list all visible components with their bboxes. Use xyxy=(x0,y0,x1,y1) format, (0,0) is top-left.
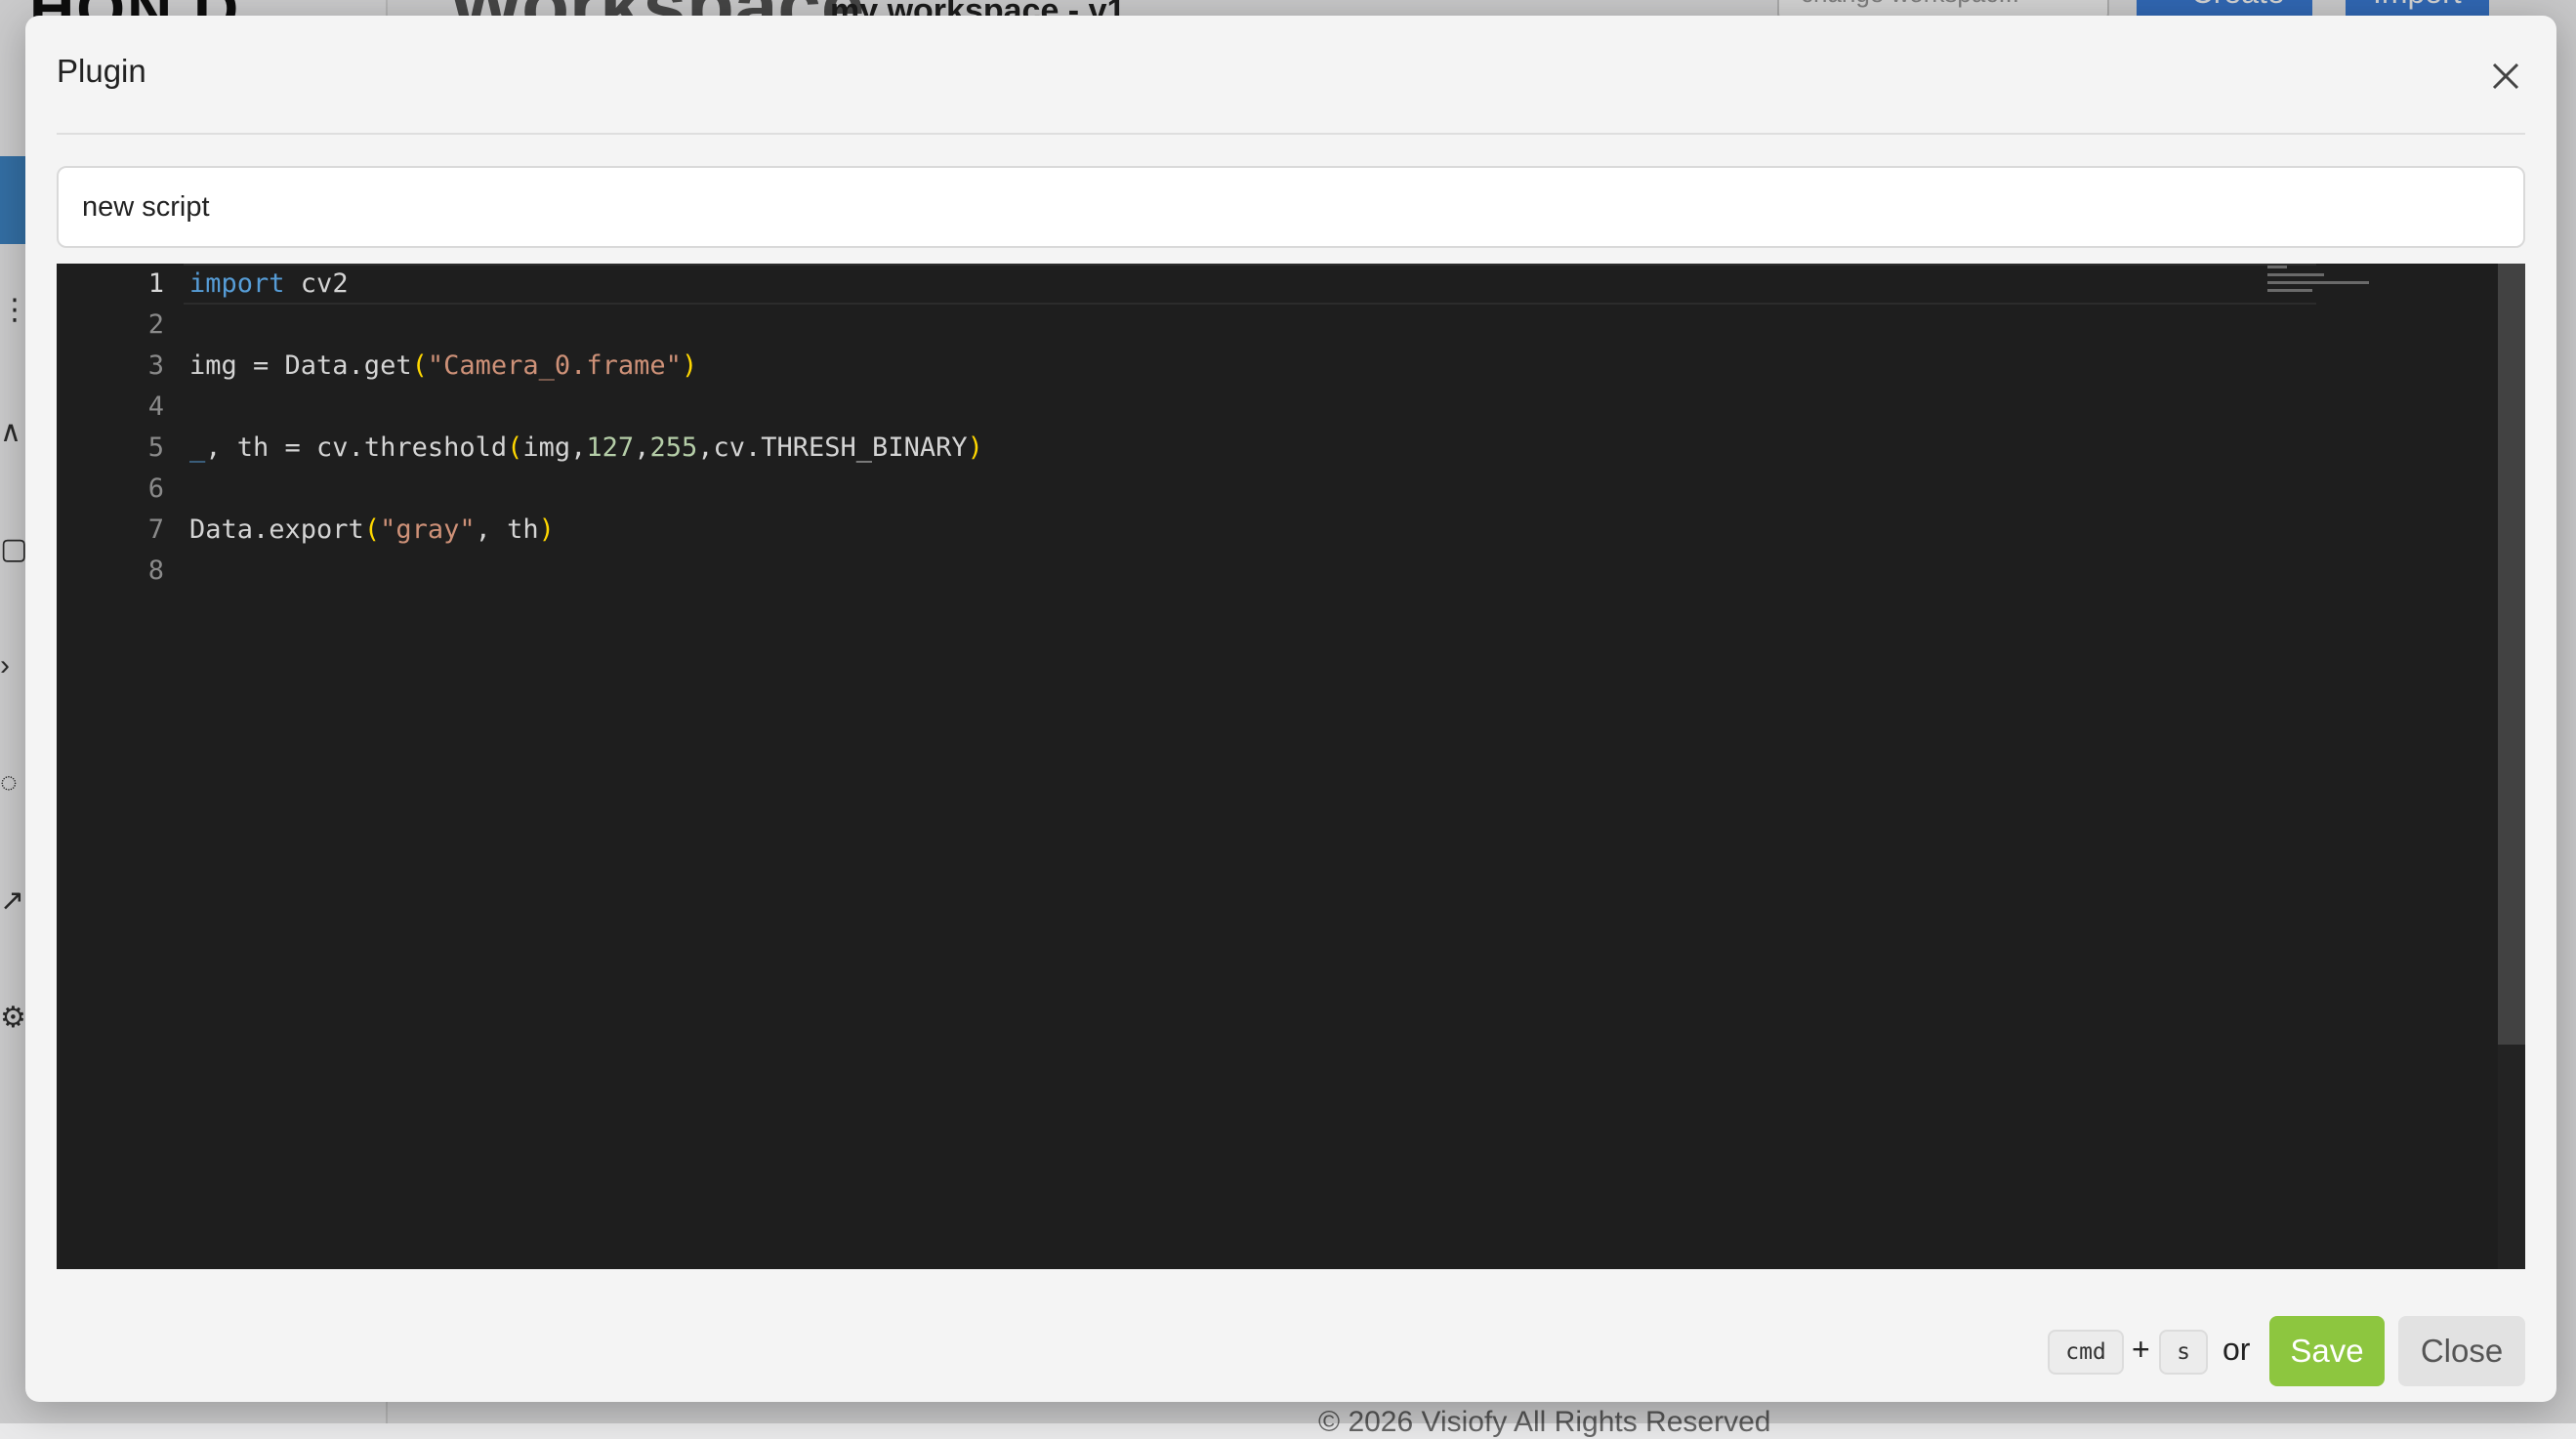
shortcut-plus: + xyxy=(2132,1332,2150,1367)
editor-minimap[interactable] xyxy=(2267,264,2375,322)
code-editor[interactable]: 12345678 import cv2 img = Data.get("Camer… xyxy=(57,264,2525,1269)
current-line-highlight xyxy=(184,264,2316,305)
modal-header: Plugin xyxy=(57,16,2525,135)
code-line: import cv2 xyxy=(189,264,349,305)
line-number: 4 xyxy=(147,391,164,422)
line-number: 2 xyxy=(147,309,164,340)
line-number: 1 xyxy=(147,268,164,299)
close-button[interactable]: Close xyxy=(2398,1316,2525,1386)
code-token: import xyxy=(189,268,285,299)
code-token: "Camera_0.frame" xyxy=(427,350,682,381)
code-token: 255 xyxy=(649,432,698,463)
code-token: , xyxy=(634,432,650,463)
close-icon[interactable] xyxy=(2486,57,2525,96)
minimap-line xyxy=(2267,273,2324,276)
code-token: ( xyxy=(411,350,428,381)
code-line: _, th = cv.threshold(img,127,255,cv.THRE… xyxy=(189,428,983,469)
code-token: ) xyxy=(538,514,555,545)
code-token: ) xyxy=(681,350,698,381)
code-token: 127 xyxy=(586,432,635,463)
modal-footer: cmd + s or Save Close xyxy=(25,1285,2556,1402)
code-token: ( xyxy=(363,514,381,545)
code-token: , th = cv.threshold xyxy=(205,432,508,463)
script-name-input[interactable] xyxy=(57,166,2525,248)
plugin-modal: Plugin 1 2 3 4 5 6 7 8 import cv2 img = Data.get… xyxy=(25,16,2556,1402)
code-token: img, xyxy=(522,432,587,463)
shortcut-key-cmd: cmd xyxy=(2048,1330,2124,1375)
line-number: 7 xyxy=(147,514,164,545)
save-button[interactable]: Save xyxy=(2269,1316,2385,1386)
line-number: 8 xyxy=(147,555,164,586)
code-token: _ xyxy=(189,432,206,463)
editor-scrollbar[interactable] xyxy=(2498,264,2525,1269)
code-token: img = Data.get xyxy=(189,350,412,381)
close-icon-graphic xyxy=(2492,62,2519,90)
code-token: "gray" xyxy=(380,514,476,545)
line-number: 3 xyxy=(147,350,164,381)
minimap-line xyxy=(2267,281,2369,284)
code-token: cv2 xyxy=(284,268,349,299)
minimap-line xyxy=(2267,266,2287,268)
line-number: 5 xyxy=(147,432,164,463)
line-number-gutter: 1 2 3 4 5 6 7 8 xyxy=(57,264,203,1269)
code-token: Data.export xyxy=(189,514,364,545)
shortcut-or-text: or xyxy=(2223,1332,2251,1367)
minimap-line xyxy=(2267,289,2312,292)
code-line: Data.export("gray", th) xyxy=(189,510,555,551)
shortcut-key-s: s xyxy=(2159,1330,2208,1375)
code-token: ( xyxy=(507,432,523,463)
code-token: ,cv.THRESH_BINARY xyxy=(697,432,968,463)
code-token: ) xyxy=(967,432,983,463)
code-token: , th xyxy=(475,514,539,545)
code-area[interactable]: import cv2 img = Data.get("Camera_0.frame… xyxy=(184,264,2318,1269)
line-number: 6 xyxy=(147,473,164,504)
modal-title: Plugin xyxy=(57,53,146,89)
editor-scrollbar-thumb[interactable] xyxy=(2498,264,2525,1045)
code-line: img = Data.get("Camera_0.frame") xyxy=(189,346,697,387)
